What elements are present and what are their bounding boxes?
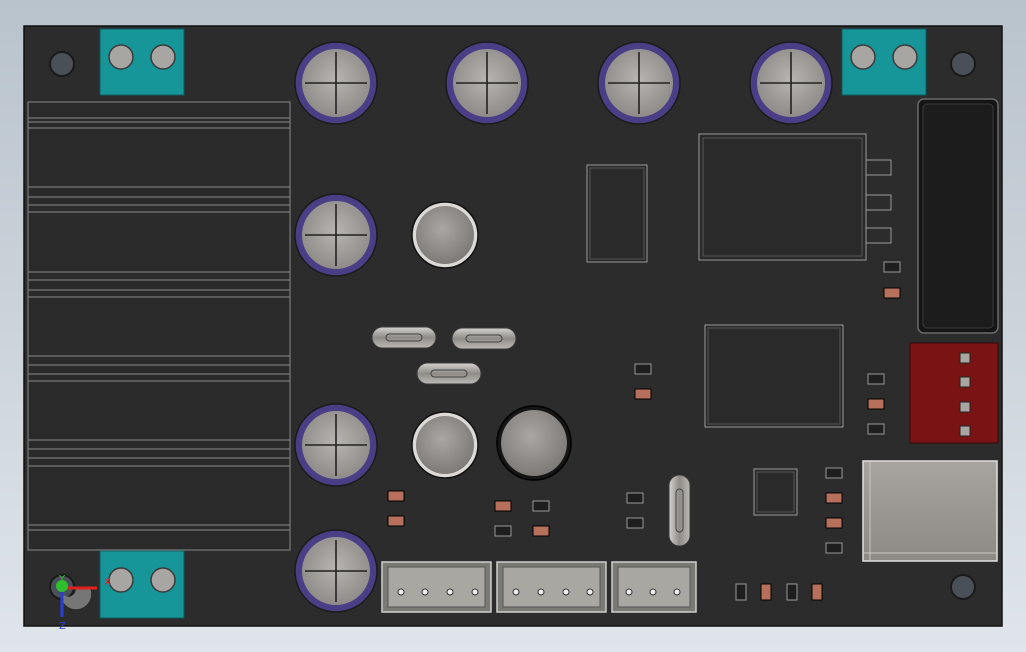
triad-x-label: X <box>104 577 111 588</box>
electrolytic-capacitor[interactable] <box>749 41 833 125</box>
terminal-block[interactable] <box>99 550 185 619</box>
smd-resistor[interactable] <box>825 517 843 529</box>
smd-resistor[interactable] <box>634 388 652 400</box>
smd-pad[interactable] <box>494 525 512 537</box>
terminal-block[interactable] <box>99 28 185 96</box>
smd-pad[interactable] <box>825 467 843 479</box>
smd-pad[interactable] <box>626 517 644 529</box>
axial-component[interactable] <box>371 326 437 349</box>
jst-connector[interactable] <box>496 561 607 613</box>
smd-resistor[interactable] <box>883 287 901 299</box>
axial-component[interactable] <box>416 362 482 385</box>
pin-header-red[interactable] <box>909 342 999 444</box>
smd-resistor[interactable] <box>811 583 823 601</box>
smd-pad[interactable] <box>883 261 901 273</box>
electrolytic-capacitor[interactable] <box>294 403 378 487</box>
smd-resistor[interactable] <box>387 515 405 527</box>
mounting-hole <box>950 51 976 77</box>
jst-connector[interactable] <box>611 561 697 613</box>
chip-package[interactable] <box>586 164 648 263</box>
jst-connector[interactable] <box>381 561 492 613</box>
smd-pad[interactable] <box>867 373 885 385</box>
electrolytic-capacitor[interactable] <box>294 193 378 277</box>
heatsink[interactable] <box>27 101 291 551</box>
crystal-oscillator[interactable] <box>668 474 691 547</box>
usb-port[interactable] <box>862 460 998 562</box>
electrolytic-capacitor[interactable] <box>294 529 378 613</box>
smd-resistor[interactable] <box>760 583 772 601</box>
mounting-hole <box>49 51 75 77</box>
smd-pad[interactable] <box>786 583 798 601</box>
smd-resistor[interactable] <box>532 525 550 537</box>
smd-pad[interactable] <box>735 583 747 601</box>
mounting-hole <box>950 574 976 600</box>
small-chip[interactable] <box>753 468 798 516</box>
electrolytic-capacitor[interactable] <box>597 41 681 125</box>
smd-resistor[interactable] <box>825 492 843 504</box>
electrolytic-capacitor[interactable] <box>294 41 378 125</box>
battery-holder[interactable] <box>917 98 999 334</box>
small-capacitor[interactable] <box>496 405 572 481</box>
smd-resistor[interactable] <box>867 398 885 410</box>
smd-pad[interactable] <box>825 542 843 554</box>
smd-pad[interactable] <box>626 492 644 504</box>
chip-package[interactable] <box>704 324 844 428</box>
smd-resistor[interactable] <box>387 490 405 502</box>
triad-z-label: Z <box>59 621 66 632</box>
small-capacitor[interactable] <box>411 411 479 479</box>
smd-pad[interactable] <box>634 363 652 375</box>
smd-pad[interactable] <box>867 423 885 435</box>
electrolytic-capacitor[interactable] <box>445 41 529 125</box>
relay-module[interactable] <box>698 133 892 261</box>
smd-resistor[interactable] <box>494 500 512 512</box>
small-capacitor[interactable] <box>411 201 479 269</box>
terminal-block[interactable] <box>841 28 927 96</box>
axial-component[interactable] <box>451 327 517 350</box>
smd-pad[interactable] <box>532 500 550 512</box>
cad-3d-viewport[interactable] <box>0 0 1026 652</box>
triad-y-label: Y <box>59 574 66 585</box>
